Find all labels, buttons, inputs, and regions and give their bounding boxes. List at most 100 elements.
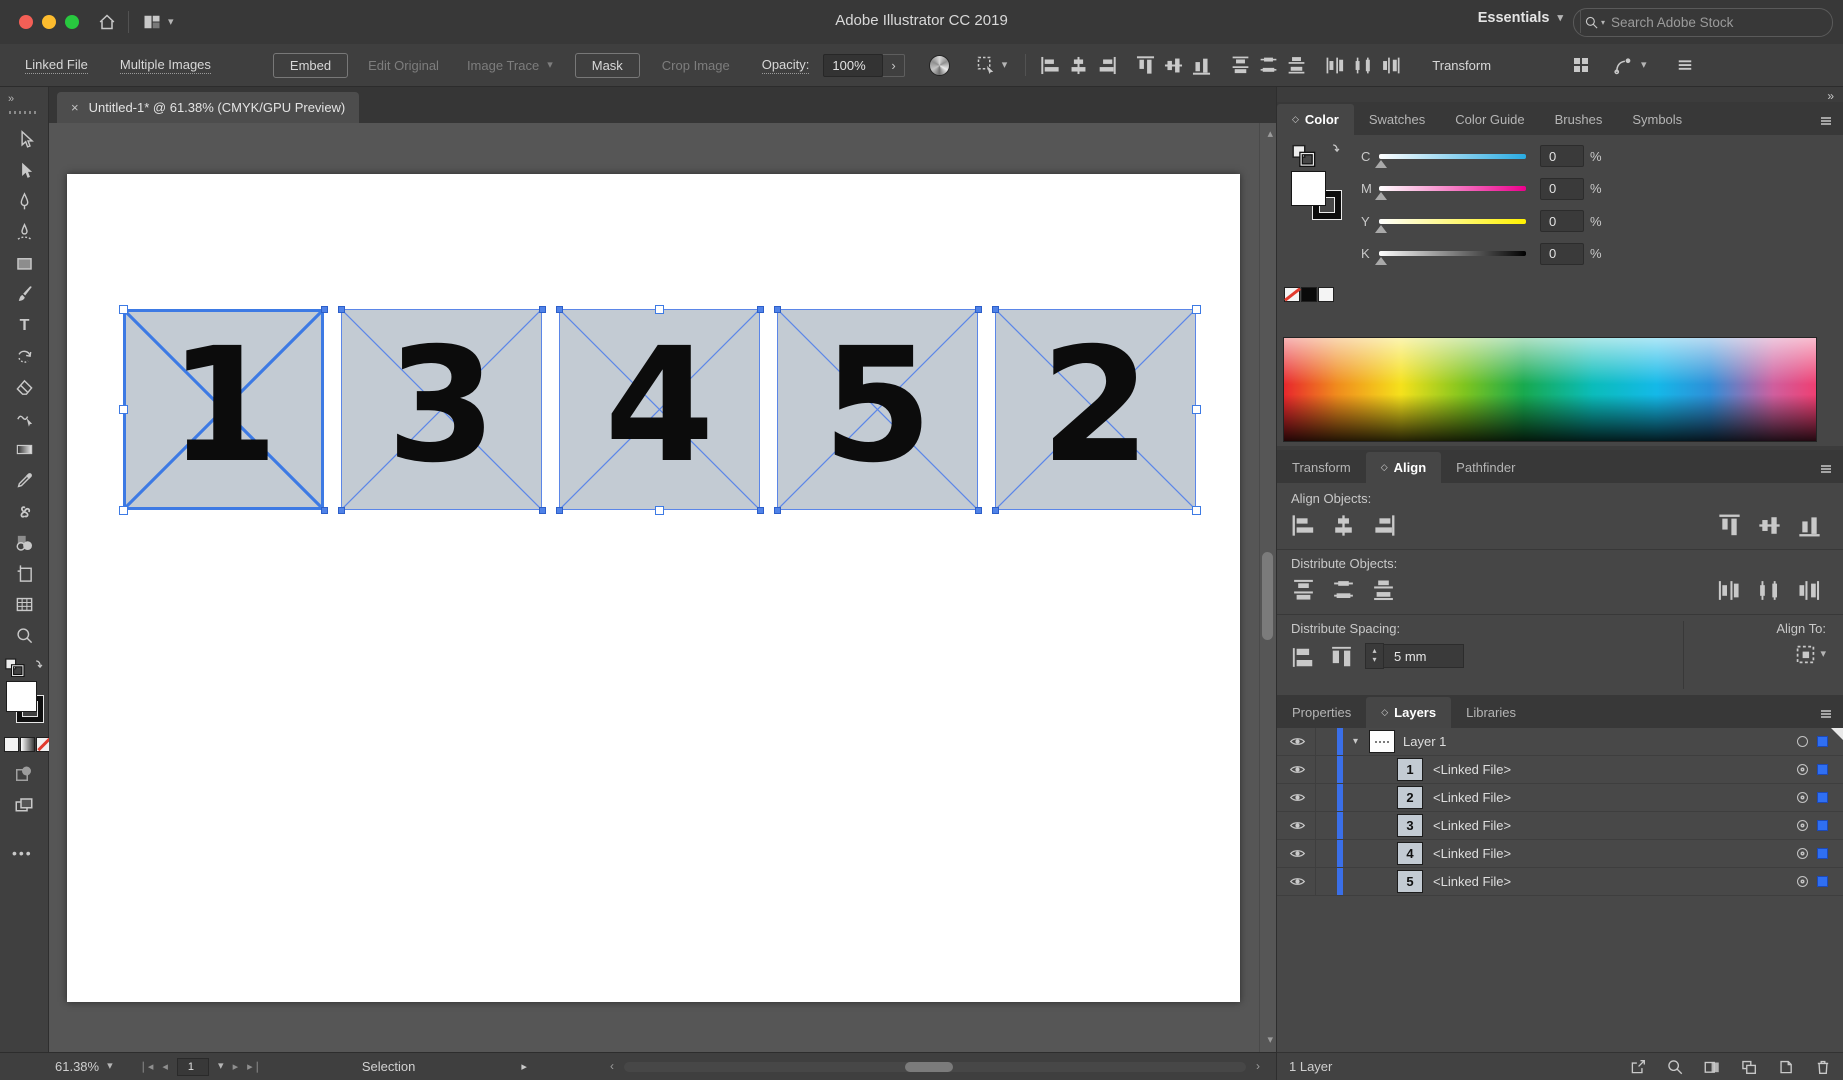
workspace-switcher[interactable]: Essentials ▾ <box>1478 10 1563 26</box>
tab-transform[interactable]: Transform <box>1277 452 1366 483</box>
transform-link[interactable]: Transform <box>1432 58 1491 73</box>
visibility-eye-icon[interactable] <box>1289 789 1306 806</box>
select-similar-icon[interactable] <box>976 55 996 75</box>
vertical-scrollbar[interactable] <box>1262 552 1273 640</box>
layer-name[interactable]: <Linked File> <box>1433 762 1511 777</box>
previous-artboard-icon[interactable]: ◂ <box>162 1060 168 1073</box>
embed-button[interactable]: Embed <box>272 52 349 78</box>
chevron-down-icon[interactable]: ▾ <box>218 1061 224 1072</box>
bounding-box-handle[interactable] <box>118 405 128 414</box>
opacity-label[interactable]: Opacity: <box>761 57 810 74</box>
spacing-stepper[interactable]: ▴ ▾ <box>1365 643 1384 669</box>
last-artboard-icon[interactable]: ▸❘ <box>247 1060 262 1073</box>
channel-slider[interactable] <box>1375 153 1526 168</box>
artboard[interactable] <box>67 174 1240 1002</box>
artboard-number-field[interactable]: 1 <box>176 1057 210 1076</box>
selection-tool[interactable] <box>0 124 49 155</box>
align-left-icon[interactable] <box>1040 55 1061 76</box>
expand-tools-icon[interactable]: » <box>8 93 15 105</box>
distribute-right-icon[interactable] <box>1381 55 1402 76</box>
tab-color[interactable]: ◇ Color <box>1277 104 1354 135</box>
slider-thumb-icon[interactable] <box>1375 224 1387 233</box>
layer-row-layer1[interactable]: ▾ Layer 1 <box>1277 728 1843 756</box>
channel-value[interactable]: 0 <box>1540 145 1584 167</box>
eyedropper-tool[interactable] <box>0 465 49 496</box>
delete-layer-icon[interactable] <box>1814 1058 1832 1076</box>
selection-indicator[interactable] <box>1817 736 1828 747</box>
align-v-center-icon[interactable] <box>1163 55 1184 76</box>
tab-brushes[interactable]: Brushes <box>1540 104 1618 135</box>
selection-indicator[interactable] <box>1817 820 1828 831</box>
tab-align[interactable]: ◇ Align <box>1365 452 1442 483</box>
zoom-level-control[interactable]: 61.38% ▾ <box>55 1059 113 1074</box>
tab-layers[interactable]: ◇ Layers <box>1366 697 1452 728</box>
slider-thumb-icon[interactable] <box>1375 192 1387 200</box>
distribute-right-icon[interactable] <box>1797 578 1822 603</box>
vertical-distribute-space-icon[interactable] <box>1291 645 1316 670</box>
direct-selection-tool[interactable] <box>0 155 49 186</box>
horizontal-scrollbar[interactable]: ‹ › <box>610 1059 1260 1073</box>
channel-value[interactable]: 0 <box>1540 242 1584 265</box>
bounding-box-handle[interactable] <box>118 304 128 314</box>
locate-object-icon[interactable] <box>1666 1058 1684 1076</box>
distribute-top-icon[interactable] <box>1291 578 1316 603</box>
artboard-grid-icon[interactable] <box>1571 55 1591 75</box>
channel-value[interactable]: 0 <box>1540 177 1584 200</box>
tab-properties[interactable]: Properties <box>1277 697 1366 728</box>
horizontal-distribute-space-icon[interactable] <box>1329 645 1354 670</box>
distribute-bottom-icon[interactable] <box>1286 55 1307 76</box>
scroll-up-icon[interactable]: ▴ <box>1267 127 1273 140</box>
align-v-center-icon[interactable] <box>1757 513 1782 538</box>
target-circle-icon[interactable] <box>1797 736 1808 747</box>
distribute-left-icon[interactable] <box>1325 55 1346 76</box>
shaper-tool[interactable] <box>0 403 49 434</box>
linked-file-link[interactable]: Linked File <box>25 57 88 74</box>
anchor-point[interactable] <box>756 305 764 313</box>
visibility-eye-icon[interactable] <box>1289 761 1306 778</box>
tools-grip-handle[interactable] <box>9 111 39 114</box>
visibility-eye-icon[interactable] <box>1289 873 1306 890</box>
opacity-value[interactable]: 100% <box>823 53 884 77</box>
distribute-left-icon[interactable] <box>1717 578 1742 603</box>
layer-row-linked-file-4[interactable]: 4 <Linked File> <box>1277 840 1843 868</box>
anchor-point[interactable] <box>773 305 781 313</box>
make-mask-icon[interactable] <box>1703 1058 1721 1076</box>
fill-color-swatch[interactable] <box>1291 171 1326 206</box>
layer-row-linked-file-3[interactable]: 3 <Linked File> <box>1277 812 1843 840</box>
document-tab[interactable]: × Untitled-1* @ 61.38% (CMYK/GPU Preview… <box>57 92 360 123</box>
visibility-eye-icon[interactable] <box>1289 817 1306 834</box>
align-bottom-icon[interactable] <box>1797 513 1822 538</box>
layer-name[interactable]: <Linked File> <box>1433 790 1511 805</box>
panel-menu-icon[interactable] <box>1818 461 1834 477</box>
chevron-down-icon[interactable]: ▾ <box>1002 59 1008 71</box>
tab-swatches[interactable]: Swatches <box>1354 104 1440 135</box>
anchor-point[interactable] <box>538 305 546 313</box>
scrollbar-thumb[interactable] <box>905 1062 953 1072</box>
layer-name[interactable]: <Linked File> <box>1433 846 1511 861</box>
placed-image-2[interactable]: 2 <box>995 309 1196 510</box>
layer-name[interactable]: <Linked File> <box>1433 874 1511 889</box>
selection-indicator[interactable] <box>1817 792 1828 803</box>
swap-fill-stroke-icon[interactable] <box>26 657 43 674</box>
bounding-box-handle[interactable] <box>1191 505 1201 515</box>
expand-chevron-icon[interactable]: ▾ <box>1353 736 1358 747</box>
distribute-v-center-icon[interactable] <box>1258 55 1279 76</box>
align-right-icon[interactable] <box>1096 55 1117 76</box>
anchor-point[interactable] <box>337 305 345 313</box>
gradient-tool[interactable] <box>0 434 49 465</box>
distribute-h-center-icon[interactable] <box>1353 55 1374 76</box>
align-top-icon[interactable] <box>1717 513 1742 538</box>
close-tab-icon[interactable]: × <box>71 100 79 115</box>
bounding-box-handle[interactable] <box>655 505 664 515</box>
target-circle-icon[interactable] <box>1797 876 1808 887</box>
zoom-tool[interactable] <box>0 620 49 651</box>
align-bottom-icon[interactable] <box>1191 55 1212 76</box>
bounding-box-handle[interactable] <box>655 304 664 314</box>
shape-builder-tool[interactable] <box>0 527 49 558</box>
collect-for-export-icon[interactable] <box>1629 1058 1647 1076</box>
align-to-control[interactable]: ▾ <box>1794 643 1826 666</box>
align-top-icon[interactable] <box>1135 55 1156 76</box>
anchor-point[interactable] <box>320 305 328 313</box>
next-artboard-icon[interactable]: ▸ <box>233 1060 239 1073</box>
layer-thumbnail[interactable]: 1 <box>1397 758 1423 781</box>
